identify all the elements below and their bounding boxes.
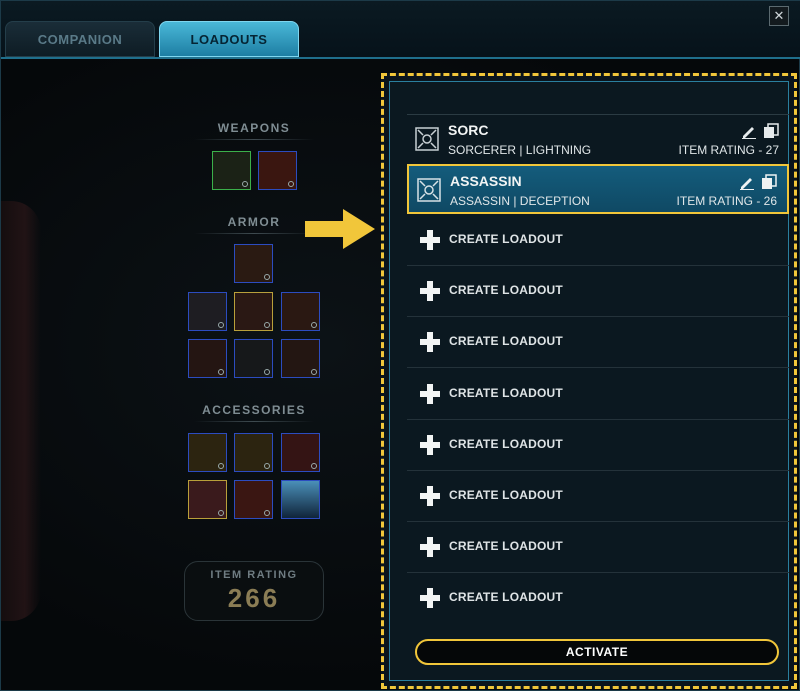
gear-icon: [264, 510, 270, 516]
close-button[interactable]: ✕: [769, 6, 789, 26]
weapon-slot-main[interactable]: [212, 151, 251, 190]
gear-icon: [311, 322, 317, 328]
create-loadout-label: CREATE LOADOUT: [449, 437, 563, 451]
tab-companion[interactable]: COMPANION: [5, 21, 155, 57]
armor-slot-hands[interactable]: [281, 292, 320, 331]
armor-slot-chest[interactable]: [234, 292, 273, 331]
accessory-slot-6[interactable]: [281, 480, 320, 519]
accessory-slot-5[interactable]: [234, 480, 273, 519]
plus-icon: [420, 281, 440, 301]
character-figure: [1, 201, 41, 621]
loadout-item-rating: ITEM RATING - 27: [678, 143, 779, 157]
accessory-slot-2[interactable]: [234, 433, 273, 472]
loadout-sorc[interactable]: SORC SORCERER | LIGHTNING ITEM RATING - …: [407, 114, 789, 164]
accessory-slot-3[interactable]: [281, 433, 320, 472]
weapons-heading: WEAPONS: [217, 121, 291, 135]
create-loadout-2[interactable]: CREATE LOADOUT: [407, 266, 789, 317]
armor-heading: ARMOR: [227, 215, 281, 229]
tab-loadouts-label: LOADOUTS: [190, 31, 268, 47]
gear-icon: [264, 274, 270, 280]
item-rating-value: 266: [227, 583, 281, 613]
loadouts-window: COMPANION LOADOUTS ✕ WEAPONS ARMOR ACCES…: [0, 0, 800, 691]
gear-icon: [264, 369, 270, 375]
gear-icon: [264, 463, 270, 469]
loadout-spec: SORCERER | LIGHTNING: [448, 143, 592, 157]
accessories-heading: ACCESSORIES: [202, 403, 306, 417]
loadout-emblem-icon: [415, 127, 439, 151]
pointer-arrow-icon: [305, 209, 375, 249]
tab-companion-label: COMPANION: [37, 31, 123, 47]
create-loadout-6[interactable]: CREATE LOADOUT: [407, 471, 789, 522]
loadout-name: SORC: [448, 122, 489, 138]
plus-icon: [420, 384, 440, 404]
loadout-name: ASSASSIN: [450, 173, 522, 189]
create-loadout-label: CREATE LOADOUT: [449, 590, 563, 604]
create-loadout-label: CREATE LOADOUT: [449, 488, 563, 502]
gear-icon: [288, 181, 294, 187]
plus-icon: [420, 332, 440, 352]
plus-icon: [420, 588, 440, 608]
loadout-spec: ASSASSIN | DECEPTION: [450, 194, 590, 208]
accessory-slot-1[interactable]: [188, 433, 227, 472]
plus-icon: [420, 537, 440, 557]
edit-pencil-icon[interactable]: [739, 174, 755, 190]
armor-slot-waist[interactable]: [234, 339, 273, 378]
armor-slot-shoulders[interactable]: [188, 292, 227, 331]
weapon-slot-offhand[interactable]: [258, 151, 297, 190]
plus-icon: [420, 435, 440, 455]
gear-icon: [218, 463, 224, 469]
armor-divider: [194, 233, 314, 234]
create-loadout-label: CREATE LOADOUT: [449, 283, 563, 297]
loadouts-panel: SORC SORCERER | LIGHTNING ITEM RATING - …: [381, 73, 797, 689]
item-rating-label: ITEM RATING: [210, 569, 298, 581]
create-loadout-label: CREATE LOADOUT: [449, 539, 563, 553]
armor-slot-feet[interactable]: [281, 339, 320, 378]
loadout-assassin[interactable]: ASSASSIN ASSASSIN | DECEPTION ITEM RATIN…: [407, 164, 789, 214]
gear-icon: [264, 322, 270, 328]
copy-icon[interactable]: [763, 123, 779, 139]
plus-icon: [420, 230, 440, 250]
create-loadout-label: CREATE LOADOUT: [449, 386, 563, 400]
activate-button[interactable]: ACTIVATE: [415, 639, 779, 665]
armor-slot-head[interactable]: [234, 244, 273, 283]
plus-icon: [420, 486, 440, 506]
close-icon: ✕: [773, 8, 785, 23]
create-loadout-3[interactable]: CREATE LOADOUT: [407, 317, 789, 368]
loadout-emblem-icon: [417, 178, 441, 202]
copy-icon[interactable]: [761, 174, 777, 190]
create-loadout-1[interactable]: CREATE LOADOUT: [407, 215, 789, 266]
create-loadout-4[interactable]: CREATE LOADOUT: [407, 369, 789, 420]
gear-icon: [311, 463, 317, 469]
tab-loadouts[interactable]: LOADOUTS: [159, 21, 299, 57]
gear-icon: [218, 322, 224, 328]
armor-slot-legs[interactable]: [188, 339, 227, 378]
edit-pencil-icon[interactable]: [741, 123, 757, 139]
create-loadout-5[interactable]: CREATE LOADOUT: [407, 420, 789, 471]
gear-icon: [311, 369, 317, 375]
activate-label: ACTIVATE: [565, 645, 629, 659]
accessories-divider: [194, 421, 314, 422]
create-loadout-label: CREATE LOADOUT: [449, 232, 563, 246]
loadouts-list: SORC SORCERER | LIGHTNING ITEM RATING - …: [389, 81, 789, 681]
create-loadout-7[interactable]: CREATE LOADOUT: [407, 522, 789, 573]
weapons-divider: [194, 139, 314, 140]
gear-icon: [242, 181, 248, 187]
gear-icon: [218, 510, 224, 516]
item-rating-box: ITEM RATING 266: [184, 561, 324, 621]
accessory-slot-4[interactable]: [188, 480, 227, 519]
create-loadout-label: CREATE LOADOUT: [449, 334, 563, 348]
create-loadout-8[interactable]: CREATE LOADOUT: [407, 573, 789, 624]
loadout-item-rating: ITEM RATING - 26: [676, 194, 777, 208]
gear-icon: [218, 369, 224, 375]
